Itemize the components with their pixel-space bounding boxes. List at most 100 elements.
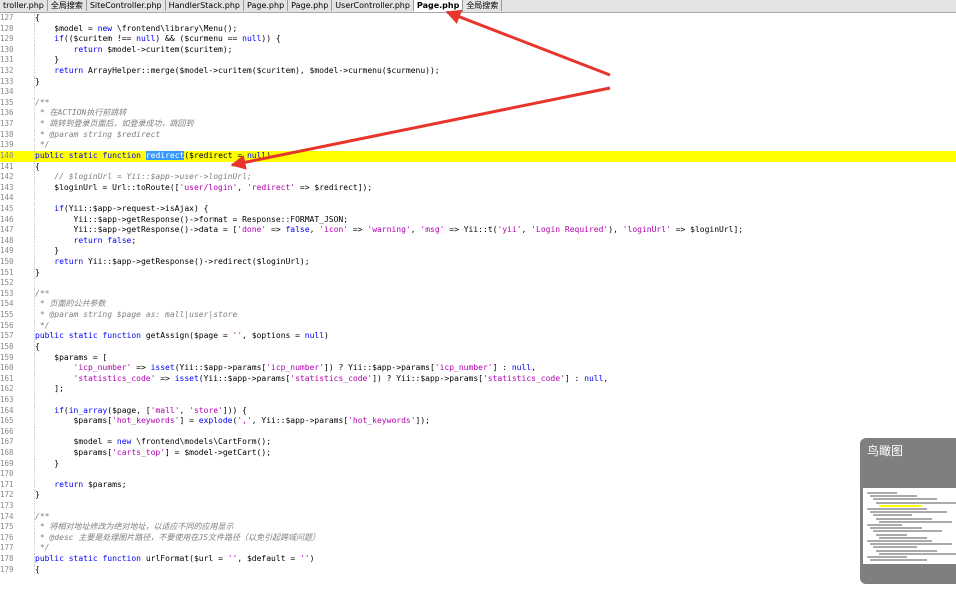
line-number: 166	[0, 426, 14, 436]
code-line[interactable]: 163	[0, 394, 956, 406]
line-number: 141	[0, 161, 14, 171]
code-line[interactable]: 141 {	[0, 161, 956, 173]
editor-tab[interactable]: Page.php	[288, 0, 333, 11]
code-line[interactable]: 156 */	[0, 320, 956, 332]
code-line[interactable]: 151}	[0, 267, 956, 279]
thumbnail-line	[879, 520, 952, 523]
code-line[interactable]: 157 public static function getAssign($pag…	[0, 331, 956, 342]
code-text: $loginUrl = Url::toRoute(['user/login', …	[35, 182, 373, 192]
indent-guide	[34, 278, 35, 289]
code-text: /**	[35, 97, 50, 107]
code-line[interactable]: 166	[0, 426, 956, 438]
bird-view-panel[interactable]: 鸟瞰图	[860, 438, 956, 584]
editor-tab[interactable]: 全局搜索	[463, 0, 503, 11]
line-number: 161	[0, 373, 14, 383]
code-text: }	[35, 76, 40, 86]
code-text: /**	[35, 511, 50, 521]
code-line[interactable]: 169 }	[0, 458, 956, 470]
code-text: * 将相对地址修改为绝对地址，以适应不同的应用显示	[35, 522, 234, 532]
code-line[interactable]: 148 return false;	[0, 235, 956, 247]
code-text: $params = [	[35, 352, 108, 362]
code-line[interactable]: 140 public static function redirect($redi…	[0, 150, 956, 162]
code-line[interactable]: 131 }	[0, 55, 956, 67]
code-text: $model = new \frontend\library\Menu();	[35, 23, 238, 33]
code-text: 'icp_number' => isset(Yii::$app->params[…	[73, 363, 536, 373]
editor-tab[interactable]: HandlerStack.php	[165, 0, 245, 11]
code-line[interactable]: 155 * @param string $page as: mall|user|…	[0, 310, 956, 321]
code-line[interactable]: 162 ];	[0, 384, 956, 395]
line-number: 146	[0, 214, 14, 224]
code-line[interactable]: 137 * 跳转到登录页面后，如登录成功，跳回到	[0, 119, 956, 130]
code-line[interactable]: 145 if(Yii::$app->request->isAjax) {	[0, 203, 956, 215]
code-line[interactable]: 135 /**	[0, 97, 956, 109]
thumbnail-line	[867, 540, 932, 542]
code-line[interactable]: 158 {	[0, 341, 956, 353]
code-line[interactable]: 136 * 在ACTION执行前跳转	[0, 108, 956, 120]
code-line[interactable]: 179 {	[0, 564, 956, 576]
code-line[interactable]: 177 */	[0, 543, 956, 555]
code-line[interactable]: 146 Yii::$app->getResponse()->format = R…	[0, 214, 956, 226]
code-line[interactable]: 178 public static function urlFormat($url…	[0, 554, 956, 565]
code-text: return ArrayHelper::merge($model->curite…	[54, 66, 440, 76]
thumbnail-line	[876, 549, 937, 552]
code-line[interactable]: 171 return $params;	[0, 479, 956, 491]
code-line[interactable]: 173	[0, 501, 956, 512]
code-text: /**	[35, 288, 50, 298]
code-line[interactable]: 149 }	[0, 246, 956, 258]
code-line[interactable]: 172}	[0, 490, 956, 502]
thumbnail-line	[879, 504, 922, 507]
editor-tab[interactable]: Page.php	[244, 0, 289, 11]
code-line[interactable]: 142 // $loginUrl = Yii::$app->user->logi…	[0, 172, 956, 183]
code-line[interactable]: 130 return $model->curitem($curitem);	[0, 44, 956, 56]
code-line[interactable]: 161 'statistics_code' => isset(Yii::$app…	[0, 373, 956, 385]
line-number: 169	[0, 458, 14, 468]
line-number: 165	[0, 416, 14, 426]
editor-tab[interactable]: Page.php	[413, 0, 464, 12]
code-line[interactable]: 144	[0, 193, 956, 204]
code-text: }	[35, 490, 40, 500]
line-number: 157	[0, 331, 14, 341]
code-line[interactable]: 159 $params = [	[0, 352, 956, 364]
code-text: * 页面的公共参数	[35, 299, 106, 309]
line-number: 151	[0, 267, 14, 277]
line-number: 144	[0, 193, 14, 203]
line-number: 148	[0, 235, 14, 245]
code-line[interactable]: 167 $model = new \frontend\models\CartFo…	[0, 437, 956, 448]
code-line[interactable]: 143 $loginUrl = Url::toRoute(['user/logi…	[0, 182, 956, 194]
code-text: 'statistics_code' => isset(Yii::$app->pa…	[73, 373, 609, 383]
code-editor[interactable]: 127 {128 $model = new \frontend\library\M…	[0, 13, 956, 605]
code-line[interactable]: 175 * 将相对地址修改为绝对地址，以适应不同的应用显示	[0, 522, 956, 533]
code-line[interactable]: 139 */	[0, 140, 956, 151]
code-line[interactable]: 154 * 页面的公共参数	[0, 299, 956, 311]
code-line[interactable]: 152	[0, 278, 956, 289]
code-line[interactable]: 170	[0, 469, 956, 480]
code-line[interactable]: 160 'icp_number' => isset(Yii::$app->par…	[0, 363, 956, 374]
line-number: 150	[0, 257, 14, 267]
code-line[interactable]: 168 $params['carts_top'] = $model->getCa…	[0, 447, 956, 459]
code-line[interactable]: 129 if(($curitem !== null) && ($curmenu …	[0, 34, 956, 45]
code-line[interactable]: 128 $model = new \frontend\library\Menu(…	[0, 23, 956, 35]
editor-tab[interactable]: troller.php	[0, 0, 48, 11]
code-line[interactable]: 174 /**	[0, 511, 956, 523]
code-line[interactable]: 147 Yii::$app->getResponse()->data = ['d…	[0, 225, 956, 236]
code-text: {	[35, 13, 40, 22]
code-line[interactable]: 133}	[0, 76, 956, 88]
line-number: 173	[0, 501, 14, 511]
bird-view-thumbnail[interactable]	[863, 488, 956, 564]
editor-tab[interactable]: UserController.php	[332, 0, 414, 11]
code-line[interactable]: 138 * @param string $redirect	[0, 129, 956, 141]
line-number: 154	[0, 299, 14, 309]
code-line[interactable]: 165 $params['hot_keywords'] = explode(',…	[0, 416, 956, 427]
editor-tab[interactable]: 全局搜索	[47, 0, 87, 11]
code-text: */	[35, 320, 50, 330]
code-line[interactable]: 153 /**	[0, 288, 956, 300]
code-line[interactable]: 176 * @desc 主要是处理图片路径，不要使用在JS文件路径（以免引起跨域…	[0, 532, 956, 544]
code-line[interactable]: 127 {	[0, 13, 956, 24]
code-line[interactable]: 132 return ArrayHelper::merge($model->cu…	[0, 66, 956, 77]
thumbnail-line	[879, 536, 927, 539]
editor-tab[interactable]: SiteController.php	[86, 0, 166, 11]
code-line[interactable]: 150 return Yii::$app->getResponse()->red…	[0, 257, 956, 268]
code-line[interactable]: 134	[0, 87, 956, 98]
line-number: 145	[0, 203, 14, 213]
code-line[interactable]: 164 if(in_array($page, ['mall', 'store']…	[0, 405, 956, 417]
